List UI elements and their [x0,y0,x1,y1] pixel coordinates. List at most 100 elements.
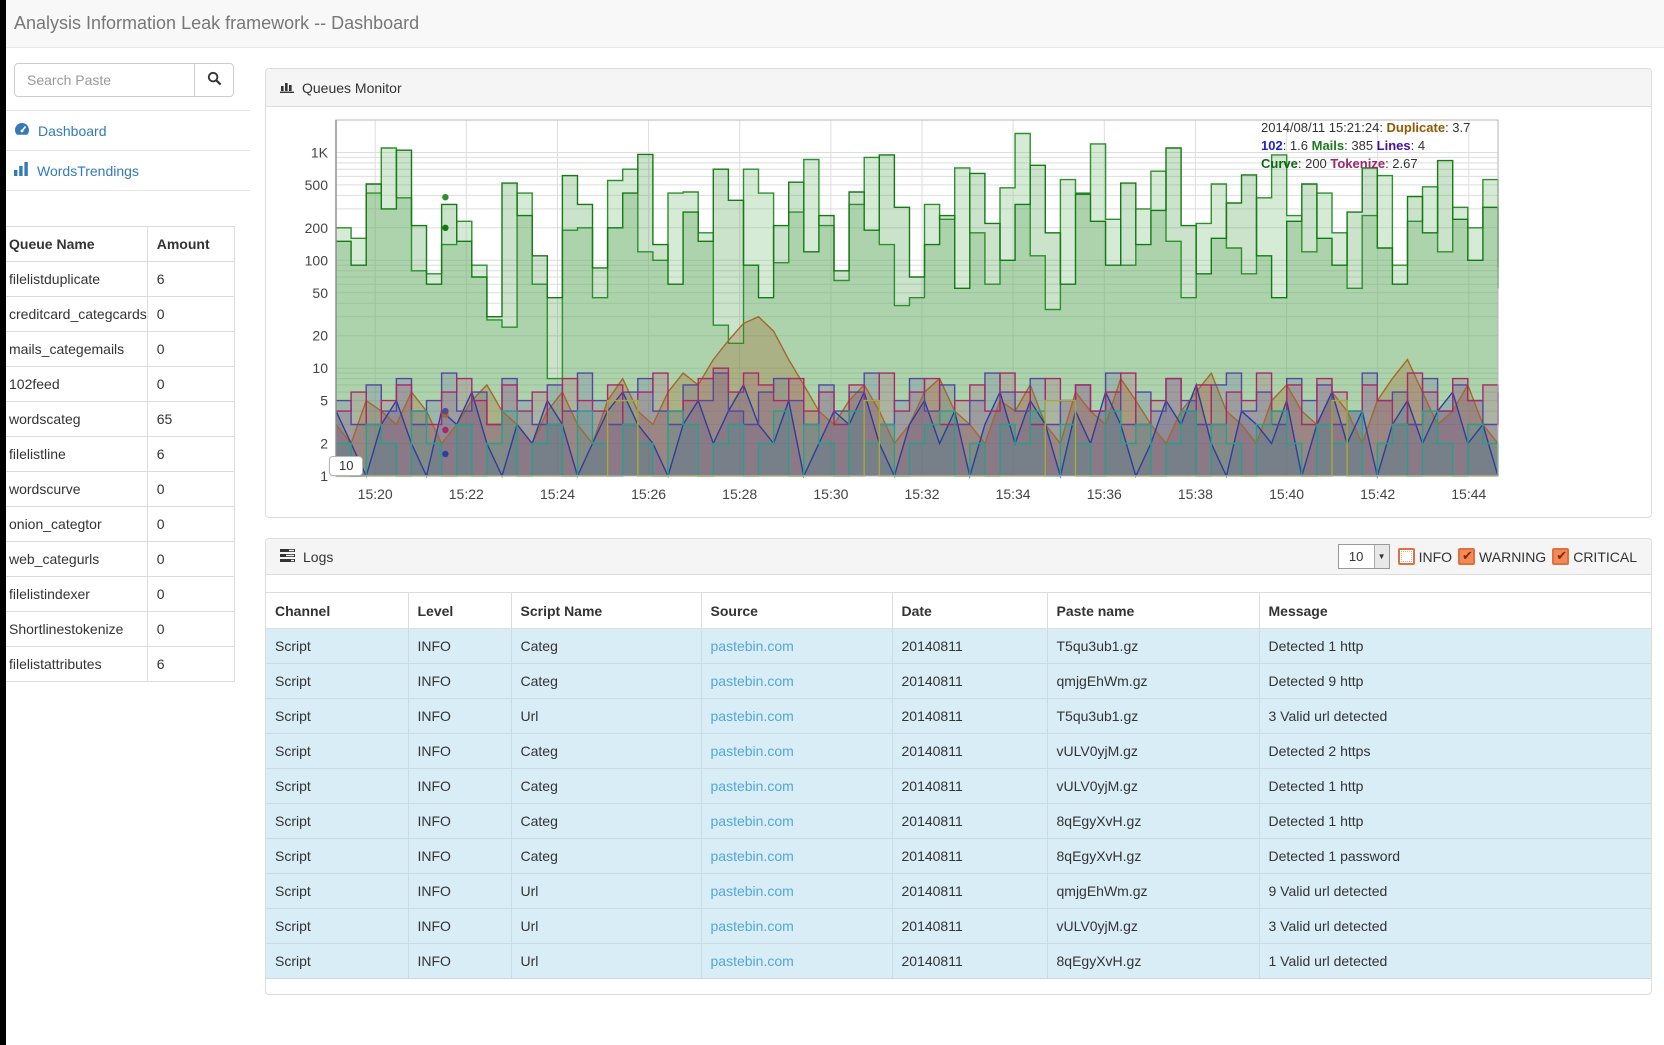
paste-source-link[interactable]: pastebin.com [711,638,794,654]
log-cell-script: Url [511,944,701,979]
log-cell-channel: Script [266,629,408,664]
checkbox-critical-icon[interactable] [1552,548,1569,565]
svg-text:15:20: 15:20 [358,486,393,502]
log-cell-source: pastebin.com [701,629,892,664]
chevron-down-icon: ▼ [1374,545,1389,568]
search-button[interactable] [195,63,234,97]
queue-row: mails_categemails0 [0,332,235,367]
queue-table-header-amount: Amount [147,227,234,262]
queue-name-cell: web_categurls [0,542,147,577]
log-cell-channel: Script [266,874,408,909]
log-cell-date: 20140811 [892,664,1047,699]
svg-text:15:28: 15:28 [722,486,757,502]
log-cell-level: INFO [408,804,511,839]
log-cell-level: INFO [408,699,511,734]
log-cell-level: INFO [408,874,511,909]
logs-controls: 10 ▼ INFO WARNING CRITICAL [1338,544,1637,569]
filter-critical[interactable]: CRITICAL [1552,548,1637,565]
log-cell-level: INFO [408,944,511,979]
queues-panel-heading: Queues Monitor [266,69,1651,107]
paste-source-link[interactable]: pastebin.com [711,918,794,934]
log-cell-level: INFO [408,664,511,699]
log-row: ScriptINFOUrlpastebin.com201408118qEgyXv… [266,944,1651,979]
legend-segment: Mails [1312,138,1345,153]
sidebar-item-wordstrendings[interactable]: WordsTrendings [0,151,250,190]
filter-warning[interactable]: WARNING [1458,548,1546,565]
legend-segment: : 200 [1298,156,1331,171]
paste-source-link[interactable]: pastebin.com [711,708,794,724]
svg-text:15:34: 15:34 [996,486,1031,502]
log-cell-date: 20140811 [892,629,1047,664]
search-group [14,63,234,97]
queue-row: web_categurls0 [0,542,235,577]
queue-row: wordscurve0 [0,472,235,507]
queue-amount-cell: 6 [147,437,234,472]
log-cell-message: 3 Valid url detected [1259,909,1651,944]
dashboard-gauge-icon [14,122,30,139]
log-cell-script: Url [511,874,701,909]
sidebar-item-dashboard[interactable]: Dashboard [0,111,250,150]
filter-info[interactable]: INFO [1398,548,1452,565]
page-size-value: 10 [1339,549,1374,564]
log-row: ScriptINFOUrlpastebin.com20140811T5qu3ub… [266,699,1651,734]
log-cell-channel: Script [266,839,408,874]
logs-header-channel: Channel [266,593,408,629]
log-row: ScriptINFOCategpastebin.com20140811vULV0… [266,769,1651,804]
paste-source-link[interactable]: pastebin.com [711,778,794,794]
log-cell-paste: qmjgEhWm.gz [1047,664,1259,699]
paste-source-link[interactable]: pastebin.com [711,673,794,689]
log-cell-paste: 8qEgyXvH.gz [1047,804,1259,839]
logs-header-source: Source [701,593,892,629]
svg-text:15:32: 15:32 [904,486,939,502]
sidebar: Dashboard WordsTrendings Queue Name Amou… [0,49,250,1045]
log-cell-source: pastebin.com [701,874,892,909]
log-cell-script: Categ [511,804,701,839]
queue-amount-cell: 0 [147,507,234,542]
log-cell-message: Detected 1 http [1259,769,1651,804]
log-cell-date: 20140811 [892,909,1047,944]
filter-label: INFO [1419,549,1452,565]
queue-name-cell: mails_categemails [0,332,147,367]
paste-source-link[interactable]: pastebin.com [711,883,794,899]
chart-area: 15:2015:2215:2415:2615:2815:3015:3215:34… [266,107,1651,517]
log-cell-source: pastebin.com [701,734,892,769]
page-size-select[interactable]: 10 ▼ [1338,544,1390,569]
paste-source-link[interactable]: pastebin.com [711,813,794,829]
svg-text:15:36: 15:36 [1087,486,1122,502]
log-cell-message: Detected 2 https [1259,734,1651,769]
svg-text:1K: 1K [311,145,329,161]
search-icon [207,71,222,89]
queue-name-cell: filelistduplicate [0,262,147,297]
log-cell-channel: Script [266,804,408,839]
chart-tooltip: 10 [329,456,363,476]
queue-name-cell: filelistindexer [0,577,147,612]
log-cell-source: pastebin.com [701,699,892,734]
queue-amount-cell: 0 [147,612,234,647]
queue-row: Shortlinestokenize0 [0,612,235,647]
legend-segment: : 385 [1344,138,1377,153]
checkbox-warning-icon[interactable] [1458,548,1475,565]
queue-row: filelistattributes6 [0,647,235,682]
paste-source-link[interactable]: pastebin.com [711,848,794,864]
legend-line: Curve: 200 Tokenize: 2.67 [1261,155,1470,173]
log-cell-date: 20140811 [892,699,1047,734]
search-input[interactable] [14,63,195,97]
svg-text:1: 1 [320,468,328,484]
legend-segment: : 3.7 [1445,120,1470,135]
queue-row: filelistduplicate6 [0,262,235,297]
checkbox-info-icon[interactable] [1398,548,1415,565]
legend-segment: : 4 [1411,138,1425,153]
paste-source-link[interactable]: pastebin.com [711,953,794,969]
paste-source-link[interactable]: pastebin.com [711,743,794,759]
log-cell-source: pastebin.com [701,909,892,944]
log-cell-message: 9 Valid url detected [1259,874,1651,909]
legend-segment: 2014/08/11 15:21:24: [1261,120,1387,135]
sidebar-divider [0,190,250,191]
svg-text:2: 2 [320,436,328,452]
queue-name-cell: filelistline [0,437,147,472]
queue-amount-cell: 65 [147,402,234,437]
page-left-edge [0,0,6,1045]
log-cell-source: pastebin.com [701,664,892,699]
log-cell-channel: Script [266,909,408,944]
queue-name-cell: filelistattributes [0,647,147,682]
